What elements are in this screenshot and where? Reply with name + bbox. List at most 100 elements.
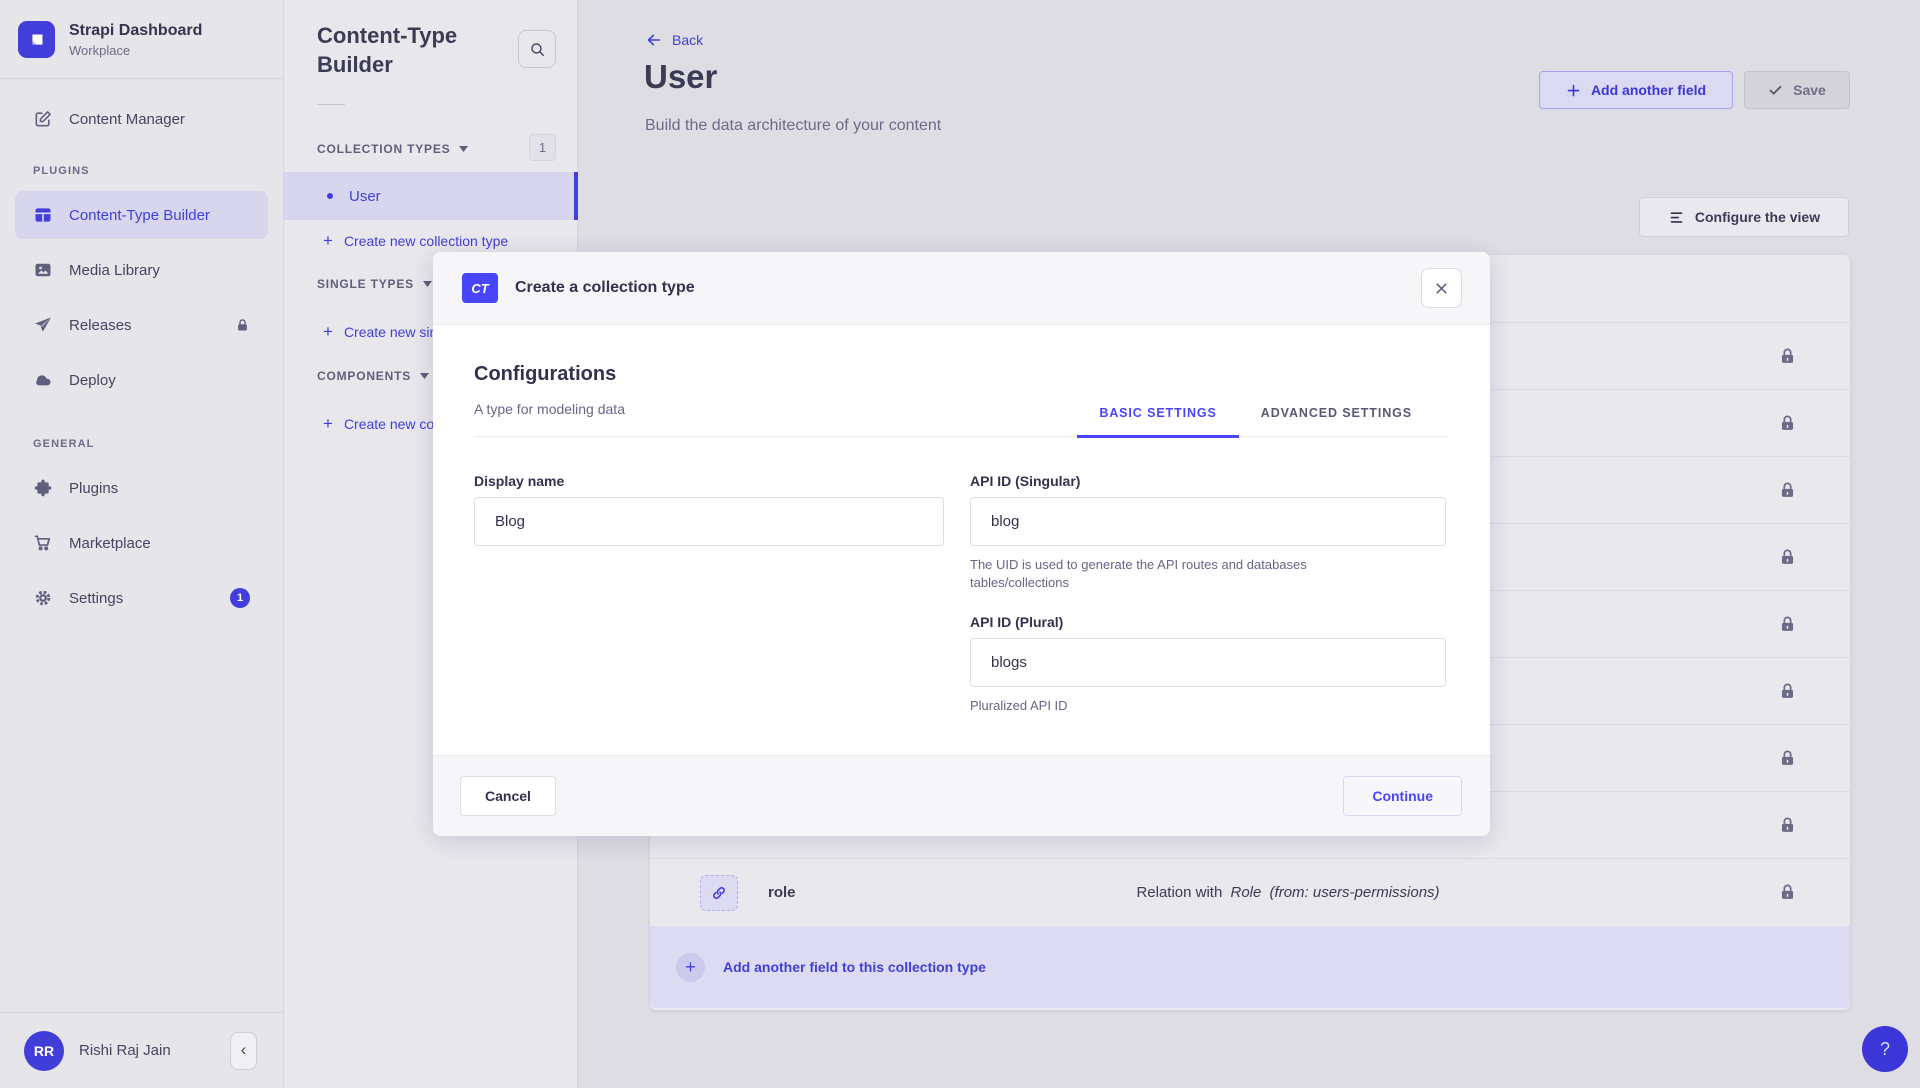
lock-icon bbox=[1778, 414, 1797, 433]
plus-circle-icon: + bbox=[676, 953, 705, 982]
avatar[interactable]: RR bbox=[24, 1031, 64, 1071]
collection-type-item-user[interactable]: User bbox=[284, 172, 578, 220]
single-types-heading[interactable]: SINGLE TYPES bbox=[317, 277, 432, 291]
paper-plane-icon bbox=[33, 315, 53, 335]
plus-icon: + bbox=[323, 322, 333, 342]
create-collection-type-label: Create new collection type bbox=[344, 233, 508, 249]
modal-body: Configurations A type for modeling data … bbox=[433, 325, 1490, 755]
picture-icon bbox=[33, 260, 53, 280]
collection-types-heading[interactable]: COLLECTION TYPES bbox=[317, 142, 468, 156]
check-icon bbox=[1768, 83, 1783, 98]
sidebar-item-settings[interactable]: Settings 1 bbox=[15, 574, 268, 622]
back-label: Back bbox=[672, 32, 703, 48]
filter-lines-icon bbox=[1668, 210, 1685, 225]
configure-view-button[interactable]: Configure the view bbox=[1639, 197, 1849, 237]
divider bbox=[317, 104, 345, 105]
field-name: role bbox=[768, 884, 796, 901]
display-name-input[interactable] bbox=[474, 497, 944, 546]
api-id-group: API ID (Singular) The UID is used to gen… bbox=[970, 473, 1446, 715]
display-name-group: Display name bbox=[474, 473, 944, 715]
sidebar-heading-general: GENERAL bbox=[15, 438, 268, 450]
layout-grid-icon bbox=[33, 205, 53, 225]
sidebar-item-label: Media Library bbox=[69, 262, 250, 279]
sidebar-item-label: Plugins bbox=[69, 480, 250, 497]
back-link[interactable]: Back bbox=[645, 32, 703, 48]
sidebar-item-plugins[interactable]: Plugins bbox=[15, 464, 268, 512]
sidebar-item-label: Content-Type Builder bbox=[69, 207, 250, 224]
user-name: Rishi Raj Jain bbox=[79, 1042, 215, 1059]
components-heading[interactable]: COMPONENTS bbox=[317, 369, 429, 383]
link-icon bbox=[710, 884, 728, 902]
settings-notification-badge: 1 bbox=[230, 588, 250, 608]
lock-icon bbox=[1778, 347, 1797, 366]
modal-fields: Display name API ID (Singular) The UID i… bbox=[474, 473, 1449, 715]
create-collection-type-link[interactable]: + Create new collection type bbox=[323, 231, 508, 251]
close-modal-button[interactable] bbox=[1421, 268, 1462, 308]
workspace-brand[interactable]: Strapi Dashboard Workplace bbox=[0, 0, 283, 79]
help-button[interactable]: ? bbox=[1862, 1026, 1908, 1072]
create-collection-type-modal: CT Create a collection type Configuratio… bbox=[433, 252, 1490, 836]
cancel-button[interactable]: Cancel bbox=[460, 776, 556, 816]
modal-title: Create a collection type bbox=[515, 279, 695, 297]
components-label: COMPONENTS bbox=[317, 369, 411, 383]
sidebar-heading-plugins: PLUGINS bbox=[15, 165, 268, 177]
lock-icon bbox=[1778, 615, 1797, 634]
page-subtitle: Build the data architecture of your cont… bbox=[645, 117, 941, 135]
collapse-sidebar-button[interactable]: ‹ bbox=[230, 1032, 257, 1070]
add-field-row[interactable]: + Add another field to this collection t… bbox=[650, 926, 1850, 1008]
cloud-icon bbox=[33, 370, 53, 390]
api-id-plural-group: API ID (Plural) Pluralized API ID bbox=[970, 614, 1446, 715]
api-id-plural-help: Pluralized API ID bbox=[970, 697, 1446, 715]
plus-icon: + bbox=[323, 231, 333, 251]
gear-icon bbox=[33, 588, 53, 608]
active-indicator bbox=[574, 172, 578, 220]
relation-suffix: (from: users-permissions) bbox=[1270, 884, 1440, 901]
sidebar-item-marketplace[interactable]: Marketplace bbox=[15, 519, 268, 567]
sidebar-item-content-type-builder[interactable]: Content-Type Builder bbox=[15, 191, 268, 239]
search-button[interactable] bbox=[518, 30, 556, 68]
lock-icon bbox=[235, 318, 250, 333]
sidebar-footer: RR Rishi Raj Jain ‹ bbox=[0, 1012, 283, 1088]
page-title: User bbox=[644, 58, 717, 96]
brand-text: Strapi Dashboard Workplace bbox=[69, 21, 202, 57]
panel-title: Content-Type Builder bbox=[317, 22, 497, 79]
sidebar-item-releases[interactable]: Releases bbox=[15, 301, 268, 349]
sidebar-item-media-library[interactable]: Media Library bbox=[15, 246, 268, 294]
add-another-field-button[interactable]: Add another field bbox=[1539, 71, 1733, 109]
modal-header: CT Create a collection type bbox=[433, 252, 1490, 325]
sidebar-item-label: Marketplace bbox=[69, 535, 250, 552]
search-icon bbox=[529, 41, 546, 58]
pen-icon bbox=[33, 109, 53, 129]
api-id-plural-input[interactable] bbox=[970, 638, 1446, 687]
configurations-title: Configurations bbox=[474, 363, 616, 386]
tab-advanced-settings[interactable]: ADVANCED SETTINGS bbox=[1239, 390, 1434, 436]
display-name-label: Display name bbox=[474, 473, 944, 489]
sidebar-item-deploy[interactable]: Deploy bbox=[15, 356, 268, 404]
close-icon bbox=[1434, 281, 1449, 296]
sidebar: Strapi Dashboard Workplace Content Manag… bbox=[0, 0, 284, 1088]
save-label: Save bbox=[1793, 82, 1826, 98]
lock-icon bbox=[1778, 682, 1797, 701]
sidebar-item-content-manager[interactable]: Content Manager bbox=[15, 95, 268, 143]
workspace-name: Workplace bbox=[69, 43, 202, 58]
collection-types-label: COLLECTION TYPES bbox=[317, 142, 450, 156]
sidebar-item-label: Content Manager bbox=[69, 111, 250, 128]
sidebar-item-label: Deploy bbox=[69, 372, 250, 389]
settings-tabs: BASIC SETTINGS ADVANCED SETTINGS bbox=[1077, 390, 1434, 436]
add-another-field-label: Add another field bbox=[1591, 82, 1706, 98]
table-row-role: role Relation with Role (from: users-per… bbox=[650, 858, 1850, 926]
single-types-label: SINGLE TYPES bbox=[317, 277, 414, 291]
lock-icon bbox=[1778, 749, 1797, 768]
collection-count-badge: 1 bbox=[529, 134, 556, 161]
tab-basic-settings[interactable]: BASIC SETTINGS bbox=[1077, 390, 1238, 436]
field-type-description: Relation with Role (from: users-permissi… bbox=[1136, 884, 1439, 901]
configure-view-label: Configure the view bbox=[1695, 209, 1820, 225]
modal-section-header: Configurations A type for modeling data … bbox=[474, 325, 1449, 437]
save-button[interactable]: Save bbox=[1744, 71, 1850, 109]
add-field-row-label: Add another field to this collection typ… bbox=[723, 959, 986, 975]
strapi-logo-icon bbox=[18, 21, 55, 58]
chevron-down-icon bbox=[423, 281, 432, 287]
continue-button[interactable]: Continue bbox=[1343, 776, 1462, 816]
lock-icon bbox=[1778, 816, 1797, 835]
api-id-singular-input[interactable] bbox=[970, 497, 1446, 546]
